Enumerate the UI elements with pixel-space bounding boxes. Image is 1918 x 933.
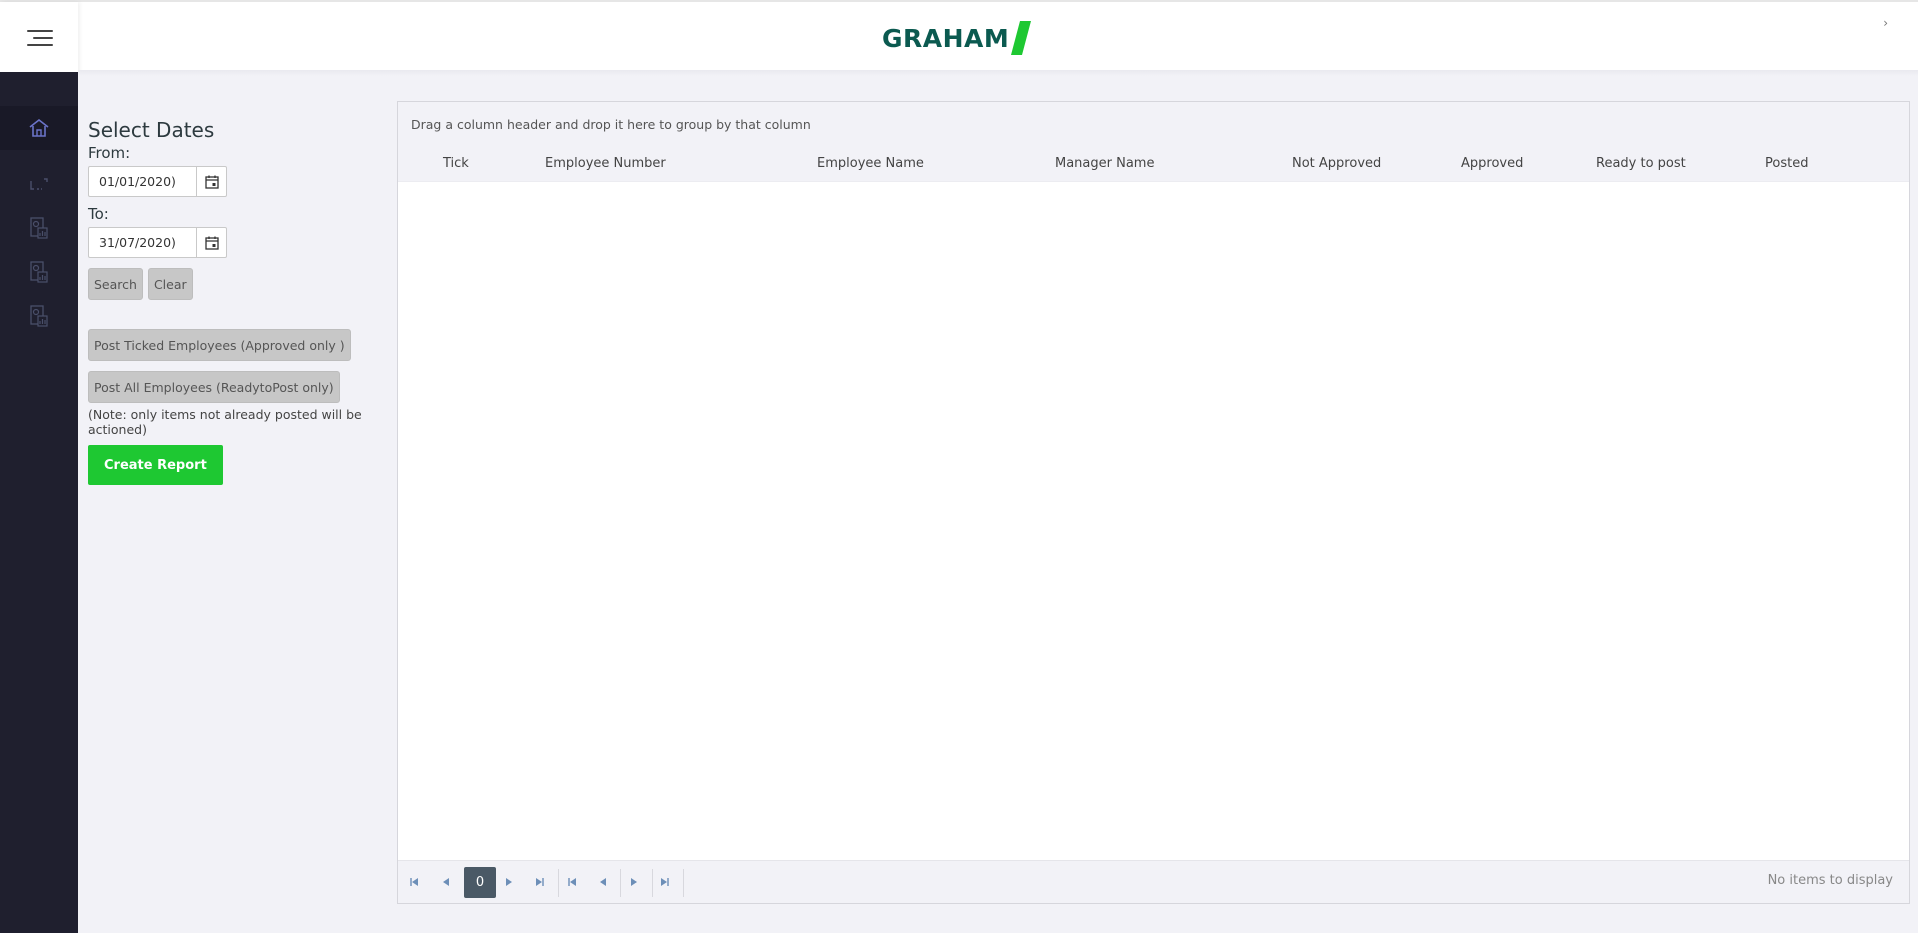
post-note: (Note: only items not already posted wil… (88, 407, 362, 437)
column-header-ready-to-post[interactable]: Ready to post (1596, 156, 1686, 171)
post-ticked-employees-button[interactable]: Post Ticked Employees (Approved only ) (88, 329, 351, 361)
grid-pager: 0 No items to display (398, 860, 1909, 903)
report-icon (30, 217, 48, 239)
last-page-button[interactable] (532, 874, 548, 890)
column-header-manager-name[interactable]: Manager Name (1055, 156, 1154, 171)
to-date-picker (88, 227, 227, 258)
pager-separator (652, 869, 653, 897)
search-button[interactable]: Search (88, 268, 143, 300)
top-header: GRAHAM › (0, 0, 1918, 74)
logo-text: GRAHAM (882, 23, 1010, 53)
pager-separator (683, 869, 684, 897)
group-hint-text: Drag a column header and drop it here to… (411, 117, 811, 132)
column-header-employee-name[interactable]: Employee Name (817, 156, 924, 171)
from-label: From: (88, 144, 131, 162)
pager-separator (558, 869, 559, 897)
previous-page-icon (443, 878, 449, 886)
header-shadow (78, 70, 1918, 76)
logo-slash-icon (1011, 21, 1032, 55)
create-report-button[interactable]: Create Report (88, 445, 223, 485)
graham-logo: GRAHAM (882, 20, 1032, 56)
report-icon (30, 305, 48, 327)
sidebar-item-expand[interactable] (0, 164, 78, 204)
group-drop-area[interactable]: Drag a column header and drop it here to… (398, 102, 1909, 147)
select-dates-title: Select Dates (88, 118, 215, 142)
sidebar (0, 72, 78, 933)
hamburger-menu-icon[interactable] (27, 28, 53, 48)
calendar-icon (204, 236, 219, 250)
pager-separator (620, 869, 621, 897)
sidebar-item-report-3[interactable] (0, 296, 78, 336)
next-page-button-secondary[interactable] (626, 874, 642, 890)
sidebar-item-report-2[interactable] (0, 252, 78, 292)
expand-arrows-icon (30, 178, 48, 190)
sidebar-item-home[interactable] (0, 106, 78, 150)
collapse-arrow-icon[interactable]: › (1883, 16, 1888, 30)
first-page-button[interactable] (406, 874, 422, 890)
first-page-icon (410, 878, 418, 886)
sidebar-item-report-1[interactable] (0, 208, 78, 248)
from-date-input[interactable] (89, 167, 196, 196)
from-date-picker (88, 166, 227, 197)
report-icon (30, 261, 48, 283)
previous-page-icon (600, 878, 606, 886)
next-page-icon (506, 878, 512, 886)
grid-body (398, 182, 1909, 859)
previous-page-button-secondary[interactable] (595, 874, 611, 890)
column-header-approved[interactable]: Approved (1461, 156, 1523, 171)
calendar-icon (204, 175, 219, 189)
from-calendar-button[interactable] (196, 167, 226, 196)
column-header-not-approved[interactable]: Not Approved (1292, 156, 1381, 171)
first-page-button-secondary[interactable] (564, 874, 580, 890)
pager-status: No items to display (1767, 873, 1893, 888)
column-header-employee-number[interactable]: Employee Number (545, 156, 666, 171)
next-page-button[interactable] (501, 874, 517, 890)
clear-button[interactable]: Clear (147, 268, 193, 300)
current-page-number[interactable]: 0 (464, 867, 496, 898)
menu-area (0, 2, 78, 74)
to-calendar-button[interactable] (196, 228, 226, 257)
filter-panel: Select Dates From: To: Search Clear Post… (88, 118, 368, 485)
search-buttons: Search Clear (88, 268, 368, 300)
employee-grid: Drag a column header and drop it here to… (397, 101, 1910, 904)
last-page-button-secondary[interactable] (657, 874, 673, 890)
to-date-input[interactable] (89, 228, 196, 257)
to-label: To: (88, 205, 109, 223)
column-header-tick[interactable]: Tick (443, 156, 469, 171)
column-header-posted[interactable]: Posted (1765, 156, 1808, 171)
last-page-icon (661, 878, 669, 886)
last-page-icon (536, 878, 544, 886)
home-icon (29, 118, 49, 137)
grid-header-row: Tick Employee Number Employee Name Manag… (398, 147, 1909, 182)
previous-page-button[interactable] (438, 874, 454, 890)
post-all-employees-button[interactable]: Post All Employees (ReadytoPost only) (88, 371, 340, 403)
first-page-icon (568, 878, 576, 886)
next-page-icon (631, 878, 637, 886)
